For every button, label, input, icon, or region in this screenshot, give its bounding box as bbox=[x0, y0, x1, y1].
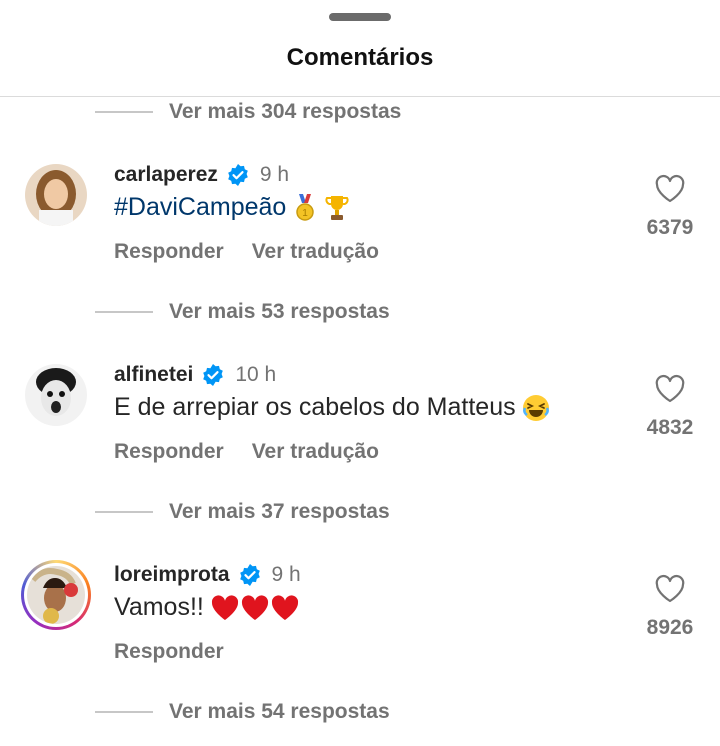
like-count: 6379 bbox=[646, 216, 694, 239]
medal-icon: 1 bbox=[296, 193, 315, 221]
like-control[interactable]: 4832 bbox=[638, 374, 702, 440]
view-more-replies[interactable]: Ver mais 37 respostas bbox=[95, 497, 390, 527]
red-heart-icon bbox=[241, 594, 268, 620]
hashtag-link[interactable]: #DaviCampeão bbox=[114, 193, 286, 222]
page-title: Comentários bbox=[286, 44, 434, 71]
translate-button[interactable]: Ver tradução bbox=[252, 440, 379, 464]
avatar bbox=[27, 566, 85, 624]
view-more-replies[interactable]: Ver mais 53 respostas bbox=[95, 297, 390, 327]
replies-line bbox=[95, 311, 153, 313]
verified-badge-icon bbox=[203, 364, 224, 386]
red-heart-icon bbox=[211, 594, 238, 620]
avatar[interactable] bbox=[25, 164, 87, 226]
view-more-replies[interactable]: Ver mais 304 respostas bbox=[95, 97, 401, 127]
timestamp: 10 h bbox=[235, 363, 277, 386]
comment-body: E de arrepiar os cabelos do Matteus bbox=[114, 393, 516, 421]
verified-badge-icon bbox=[239, 564, 260, 586]
reply-button[interactable]: Responder bbox=[114, 440, 224, 464]
comment-body: Vamos!! bbox=[114, 593, 204, 621]
replies-line bbox=[95, 711, 153, 713]
svg-text:1: 1 bbox=[303, 208, 309, 219]
translate-button[interactable]: Ver tradução bbox=[252, 240, 379, 264]
replies-line bbox=[95, 111, 153, 113]
heart-icon[interactable] bbox=[654, 374, 686, 404]
view-more-replies[interactable]: Ver mais 54 respostas bbox=[95, 697, 390, 727]
comment-item: loreimprota 9 h Vamos!! Responder 8926 bbox=[0, 560, 720, 680]
view-more-replies-label: Ver mais 304 respostas bbox=[169, 100, 402, 123]
username[interactable]: loreimprota bbox=[114, 563, 230, 587]
comment-item: alfinetei 10 h E de arrepiar os cabelos … bbox=[0, 360, 720, 480]
avatar[interactable] bbox=[25, 364, 87, 426]
drag-handle[interactable] bbox=[329, 13, 391, 21]
replies-line bbox=[95, 511, 153, 513]
comment-text: #DaviCampeão 1 bbox=[114, 193, 350, 222]
verified-badge-icon bbox=[228, 164, 248, 186]
heart-icon[interactable] bbox=[654, 574, 686, 604]
reply-button[interactable]: Responder bbox=[114, 640, 224, 664]
view-more-replies-label: Ver mais 54 respostas bbox=[169, 700, 390, 723]
timestamp: 9 h bbox=[259, 163, 290, 186]
reply-button[interactable]: Responder bbox=[114, 240, 224, 264]
like-count: 4832 bbox=[646, 416, 694, 439]
timestamp: 9 h bbox=[271, 563, 301, 586]
avatar-story-ring[interactable] bbox=[21, 560, 91, 630]
like-control[interactable]: 8926 bbox=[638, 574, 702, 640]
trophy-icon bbox=[325, 195, 349, 220]
heart-icon[interactable] bbox=[654, 174, 686, 204]
comment-item: carlaperez 9 h #DaviCampeão 1 Responder … bbox=[0, 160, 720, 280]
like-control[interactable]: 6379 bbox=[638, 174, 702, 240]
username[interactable]: alfinetei bbox=[114, 363, 193, 387]
like-count: 8926 bbox=[646, 616, 694, 639]
comment-text: Vamos!! bbox=[114, 593, 300, 622]
red-heart-icon bbox=[271, 594, 298, 620]
view-more-replies-label: Ver mais 37 respostas bbox=[169, 500, 390, 523]
username[interactable]: carlaperez bbox=[114, 163, 218, 187]
laughing-face-icon bbox=[522, 394, 549, 421]
view-more-replies-label: Ver mais 53 respostas bbox=[169, 300, 390, 323]
comment-text: E de arrepiar os cabelos do Matteus bbox=[114, 393, 550, 422]
